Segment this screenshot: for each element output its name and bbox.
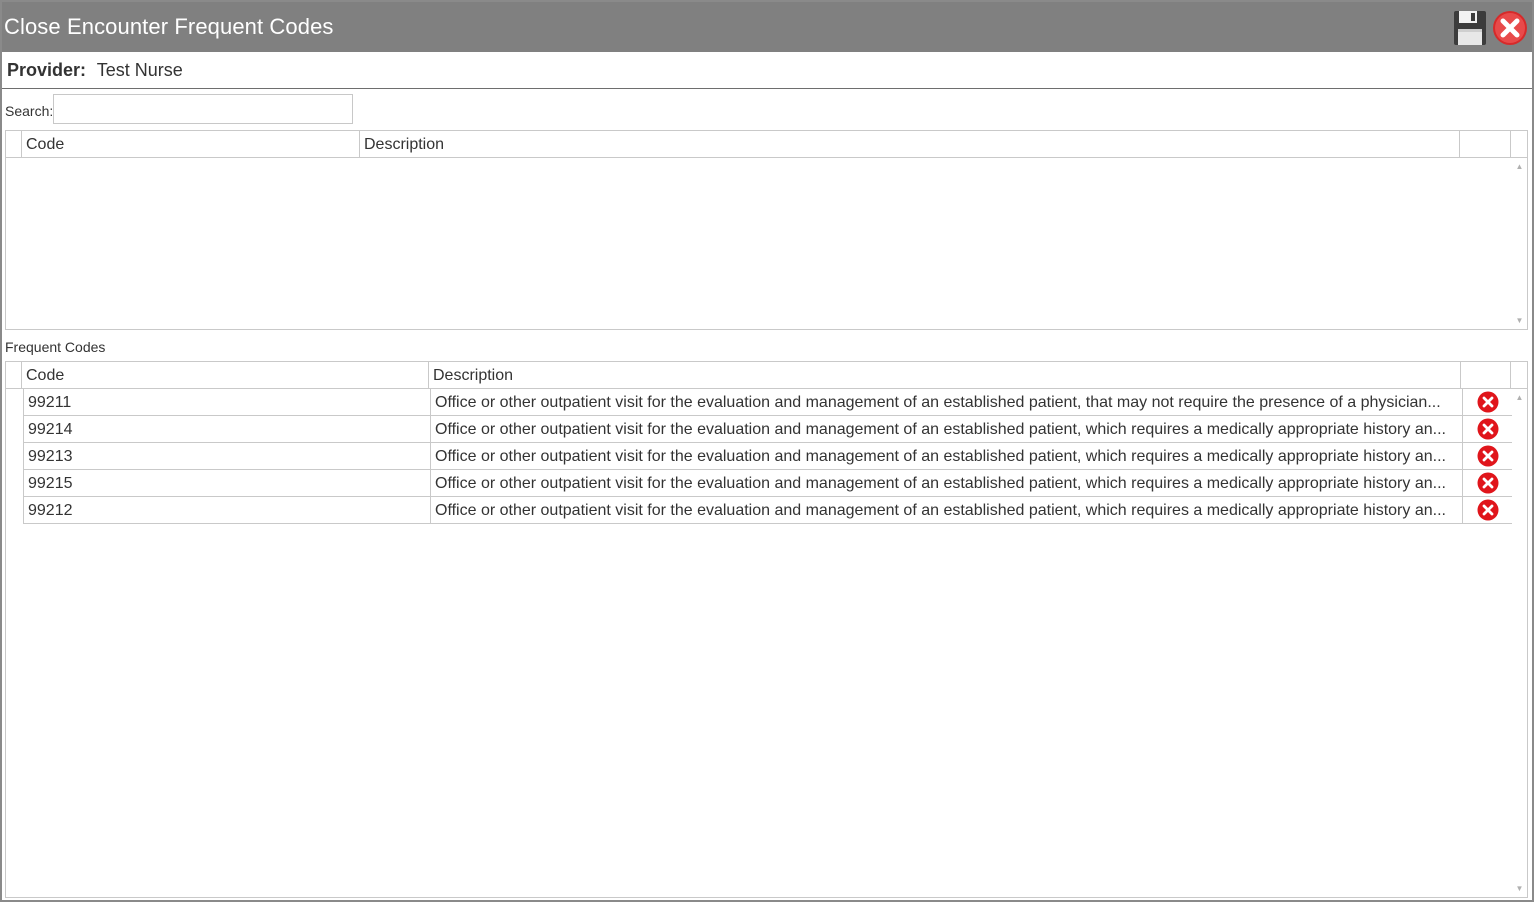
scrollbar[interactable]: ▲ ▼ xyxy=(1512,389,1527,897)
column-header-spacer xyxy=(1510,362,1527,388)
column-header-description[interactable]: Description xyxy=(359,131,1459,157)
frequent-codes-grid: Code Description 99211 Office or other o… xyxy=(5,361,1528,898)
cell-code: 99212 xyxy=(23,497,430,523)
cell-description: Office or other outpatient visit for the… xyxy=(430,497,1462,523)
cell-code: 99211 xyxy=(23,389,430,415)
cell-action xyxy=(1462,416,1512,442)
provider-label: Provider: xyxy=(7,60,87,80)
title-bar: Close Encounter Frequent Codes xyxy=(2,2,1532,52)
table-row[interactable]: 99211 Office or other outpatient visit f… xyxy=(23,389,1512,416)
dialog-title: Close Encounter Frequent Codes xyxy=(4,14,334,39)
save-disk-icon xyxy=(1454,11,1486,45)
cell-action xyxy=(1462,389,1512,415)
close-button[interactable] xyxy=(1492,10,1528,46)
provider-row: Provider: Test Nurse xyxy=(7,60,183,81)
table-row[interactable]: 99215 Office or other outpatient visit f… xyxy=(23,470,1512,497)
cell-action xyxy=(1462,470,1512,496)
column-header-code[interactable]: Code xyxy=(21,131,359,157)
column-header-action xyxy=(1459,131,1510,157)
cell-description: Office or other outpatient visit for the… xyxy=(430,416,1462,442)
search-results-grid: Code Description ▲ ▼ xyxy=(5,130,1528,330)
save-button[interactable] xyxy=(1453,10,1487,46)
dialog-window: Close Encounter Frequent Codes Provider:… xyxy=(0,0,1534,902)
cell-code: 99213 xyxy=(23,443,430,469)
table-row[interactable]: 99213 Office or other outpatient visit f… xyxy=(23,443,1512,470)
column-header-action xyxy=(1460,362,1510,388)
scroll-up-icon[interactable]: ▲ xyxy=(1515,162,1524,171)
frequent-codes-label: Frequent Codes xyxy=(5,339,106,355)
delete-x-icon[interactable] xyxy=(1477,499,1499,521)
search-input[interactable] xyxy=(53,94,353,124)
column-header-description[interactable]: Description xyxy=(428,362,1460,388)
table-row[interactable]: 99214 Office or other outpatient visit f… xyxy=(23,416,1512,443)
table-row[interactable]: 99212 Office or other outpatient visit f… xyxy=(23,497,1512,524)
divider xyxy=(2,88,1532,89)
column-header-code[interactable]: Code xyxy=(21,362,428,388)
delete-x-icon[interactable] xyxy=(1477,391,1499,413)
column-header-spacer xyxy=(1510,131,1527,157)
close-circle-icon xyxy=(1493,11,1527,45)
scroll-down-icon[interactable]: ▼ xyxy=(1515,316,1524,325)
cell-description: Office or other outpatient visit for the… xyxy=(430,470,1462,496)
cell-description: Office or other outpatient visit for the… xyxy=(430,443,1462,469)
search-label: Search: xyxy=(5,103,54,119)
grid-header: Code Description xyxy=(6,362,1527,389)
cell-description: Office or other outpatient visit for the… xyxy=(430,389,1462,415)
scroll-up-icon[interactable]: ▲ xyxy=(1515,393,1524,402)
scroll-down-icon[interactable]: ▼ xyxy=(1515,884,1524,893)
cell-code: 99214 xyxy=(23,416,430,442)
cell-action xyxy=(1462,497,1512,523)
delete-x-icon[interactable] xyxy=(1477,418,1499,440)
delete-x-icon[interactable] xyxy=(1477,472,1499,494)
cell-action xyxy=(1462,443,1512,469)
delete-x-icon[interactable] xyxy=(1477,445,1499,467)
scrollbar[interactable]: ▲ ▼ xyxy=(1512,158,1527,329)
grid-header: Code Description xyxy=(6,131,1527,158)
cell-code: 99215 xyxy=(23,470,430,496)
provider-value: Test Nurse xyxy=(96,60,183,80)
